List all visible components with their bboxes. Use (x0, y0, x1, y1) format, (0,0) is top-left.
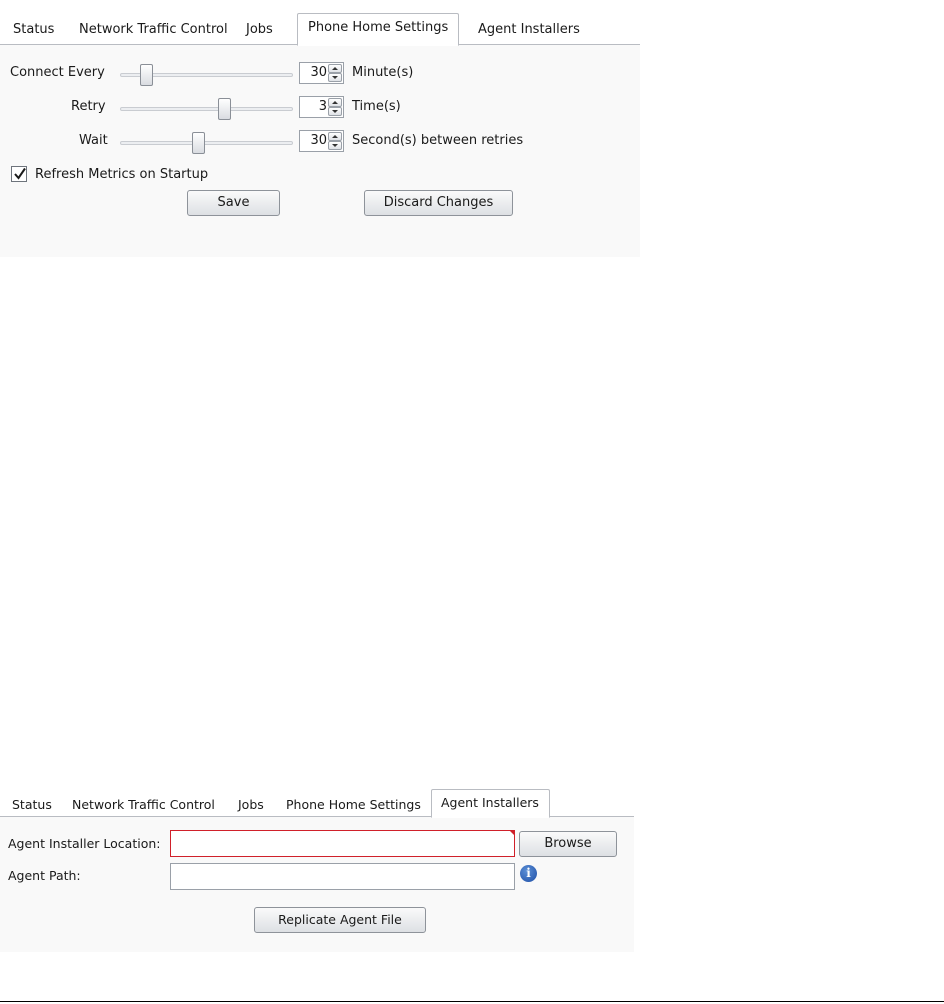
tab-phone-home-settings[interactable]: Phone Home Settings (297, 13, 460, 46)
slider-track (120, 107, 293, 111)
retry-unit: Time(s) (352, 99, 401, 114)
connect-every-spinner[interactable]: 30 (299, 62, 344, 84)
decrement-icon[interactable] (328, 107, 342, 116)
slider-track (120, 141, 293, 145)
spinner-value[interactable]: 30 (310, 65, 327, 80)
tab-network-traffic-control[interactable]: Network Traffic Control (79, 22, 228, 37)
save-button[interactable]: Save (187, 190, 280, 216)
tab-status[interactable]: Status (12, 797, 52, 812)
agent-path-label: Agent Path: (8, 868, 81, 883)
tab-agent-installers[interactable]: Agent Installers (431, 789, 550, 818)
checkmark-icon (14, 167, 26, 180)
agent-path-input[interactable] (170, 863, 515, 890)
tab-bar: Status Network Traffic Control Jobs Phon… (0, 776, 634, 818)
phone-home-settings-panel: Status Network Traffic Control Jobs Phon… (0, 0, 640, 257)
refresh-metrics-checkbox[interactable] (11, 166, 27, 182)
tab-network-traffic-control[interactable]: Network Traffic Control (72, 797, 215, 812)
slider-thumb[interactable] (191, 132, 205, 154)
bottom-divider (0, 1001, 944, 1002)
refresh-metrics-label: Refresh Metrics on Startup (35, 167, 209, 182)
browse-button[interactable]: Browse (519, 831, 617, 857)
info-icon[interactable]: i (520, 865, 537, 882)
spinner-value[interactable]: 30 (310, 133, 327, 148)
increment-icon[interactable] (328, 64, 342, 73)
discard-changes-button[interactable]: Discard Changes (364, 190, 513, 216)
wait-spinner[interactable]: 30 (299, 130, 344, 152)
spinner-value[interactable]: 3 (319, 99, 327, 114)
slider-thumb[interactable] (139, 64, 153, 86)
connect-every-label: Connect Every (10, 65, 105, 80)
decrement-icon[interactable] (328, 73, 342, 82)
agent-installers-panel: Status Network Traffic Control Jobs Phon… (0, 776, 634, 952)
wait-unit: Second(s) between retries (352, 133, 524, 148)
agent-installer-location-input[interactable] (170, 830, 515, 857)
agent-installer-location-label: Agent Installer Location: (8, 836, 161, 851)
tab-agent-installers[interactable]: Agent Installers (478, 22, 580, 37)
tab-jobs[interactable]: Jobs (238, 797, 264, 812)
validation-error-icon (509, 830, 515, 836)
increment-icon[interactable] (328, 132, 342, 141)
connect-every-unit: Minute(s) (352, 65, 414, 80)
increment-icon[interactable] (328, 98, 342, 107)
tab-jobs[interactable]: Jobs (246, 22, 273, 37)
retry-spinner[interactable]: 3 (299, 96, 344, 118)
connect-every-slider[interactable] (120, 64, 293, 86)
retry-slider[interactable] (120, 98, 293, 120)
decrement-icon[interactable] (328, 141, 342, 150)
replicate-agent-file-button[interactable]: Replicate Agent File (254, 907, 426, 933)
tab-phone-home-settings[interactable]: Phone Home Settings (286, 797, 421, 812)
slider-thumb[interactable] (217, 98, 231, 120)
wait-slider[interactable] (120, 132, 293, 154)
tab-bar: Status Network Traffic Control Jobs Phon… (0, 0, 640, 46)
tab-status[interactable]: Status (13, 22, 54, 37)
wait-label: Wait (79, 133, 108, 148)
retry-label: Retry (71, 99, 106, 114)
